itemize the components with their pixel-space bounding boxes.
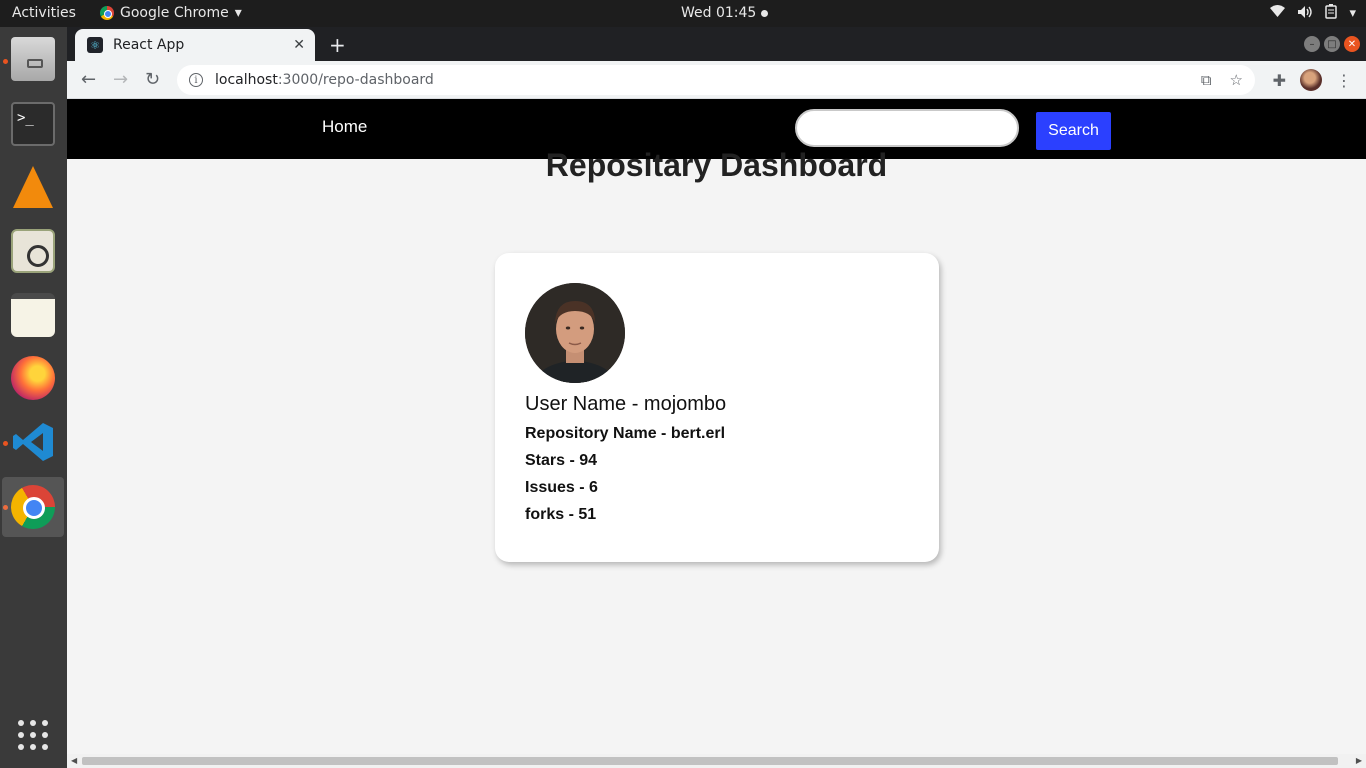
scroll-left-icon[interactable]: ◀ [71, 756, 77, 765]
system-top-bar: Activities Google Chrome ▾ Wed 01:45 ▾ [0, 0, 1366, 27]
chrome-icon [11, 485, 55, 529]
scroll-right-icon[interactable]: ▶ [1356, 756, 1362, 765]
window-controls: – □ ✕ [1304, 36, 1360, 52]
files-icon [11, 37, 55, 81]
clock[interactable]: Wed 01:45 [681, 5, 769, 21]
browser-window: ⚛ React App ✕ + – □ ✕ ← → ↻ i localhost:… [67, 27, 1366, 768]
chevron-down-icon: ▾ [234, 5, 242, 21]
dock-firefox[interactable] [2, 348, 64, 408]
page-content: Home Search Repositary Dashboard User Na… [67, 99, 1366, 754]
terminal-icon: >_ [11, 102, 55, 146]
dock-image-viewer[interactable] [2, 221, 64, 281]
minimize-icon[interactable]: – [1304, 36, 1320, 52]
tab-title: React App [113, 37, 185, 53]
dock-text-editor[interactable] [2, 285, 64, 345]
close-window-icon[interactable]: ✕ [1344, 36, 1360, 52]
search-button[interactable]: Search [1036, 112, 1111, 150]
dock: >_ [0, 27, 67, 768]
app-menu-label: Google Chrome [120, 5, 229, 21]
bookmark-star-icon[interactable]: ☆ [1230, 71, 1243, 89]
system-tray[interactable]: ▾ [1270, 4, 1356, 23]
reload-icon[interactable]: ↻ [145, 69, 160, 90]
power-menu-chevron-icon: ▾ [1349, 6, 1356, 21]
app-menu[interactable]: Google Chrome ▾ [100, 5, 242, 21]
extensions-icon[interactable]: ✚ [1273, 71, 1286, 90]
react-logo-icon: ⚛ [87, 37, 103, 53]
site-info-icon[interactable]: i [189, 73, 203, 87]
firefox-icon [11, 356, 55, 400]
nav-home-link[interactable]: Home [322, 117, 367, 137]
forks-count: forks - 51 [525, 506, 597, 523]
show-applications-button[interactable] [2, 705, 64, 765]
dock-vlc[interactable] [2, 157, 64, 217]
dock-chrome[interactable] [2, 477, 64, 537]
user-name: User Name - mojombo [525, 393, 727, 415]
url-host: localhost [215, 72, 278, 88]
maximize-icon[interactable]: □ [1324, 36, 1340, 52]
battery-icon [1325, 4, 1338, 23]
user-avatar [525, 283, 625, 383]
clock-label: Wed 01:45 [681, 5, 757, 21]
open-in-app-icon[interactable]: ⧉ [1201, 71, 1212, 89]
repository-name: Repository Name - bert.erl [525, 425, 726, 442]
text-editor-icon [11, 293, 55, 337]
chrome-icon [100, 6, 114, 20]
app-grid-icon [18, 720, 48, 750]
page-title: Repositary Dashboard [545, 147, 888, 183]
volume-icon [1297, 5, 1313, 23]
stars-count: Stars - 94 [525, 452, 598, 469]
image-viewer-icon [11, 229, 55, 273]
vscode-icon [11, 420, 55, 464]
notification-dot-icon [761, 9, 769, 17]
more-menu-icon[interactable]: ⋮ [1336, 71, 1352, 90]
wifi-icon [1270, 5, 1286, 22]
forward-icon[interactable]: → [113, 69, 128, 90]
url-path: :3000/repo-dashboard [277, 72, 434, 88]
dock-vscode[interactable] [2, 412, 64, 472]
activities-button[interactable]: Activities [12, 5, 76, 21]
repo-card: User Name - mojombo Repository Name - be… [495, 253, 939, 562]
close-tab-icon[interactable]: ✕ [293, 37, 305, 53]
new-tab-button[interactable]: + [329, 33, 346, 57]
browser-toolbar: ← → ↻ i localhost:3000/repo-dashboard ⧉ … [67, 61, 1366, 99]
issues-count: Issues - 6 [525, 479, 598, 496]
dock-terminal[interactable]: >_ [2, 94, 64, 154]
back-icon[interactable]: ← [81, 69, 96, 90]
dock-files[interactable] [2, 29, 64, 89]
search-input[interactable] [795, 109, 1019, 147]
horizontal-scrollbar[interactable]: ◀ ▶ [67, 754, 1366, 768]
profile-avatar[interactable] [1300, 69, 1322, 91]
tab-strip: ⚛ React App ✕ + – □ ✕ [67, 27, 1366, 61]
scrollbar-thumb[interactable] [82, 757, 1338, 765]
vlc-icon [13, 166, 53, 208]
address-bar[interactable]: i localhost:3000/repo-dashboard ⧉ ☆ [177, 65, 1255, 95]
browser-tab[interactable]: ⚛ React App ✕ [75, 29, 315, 61]
